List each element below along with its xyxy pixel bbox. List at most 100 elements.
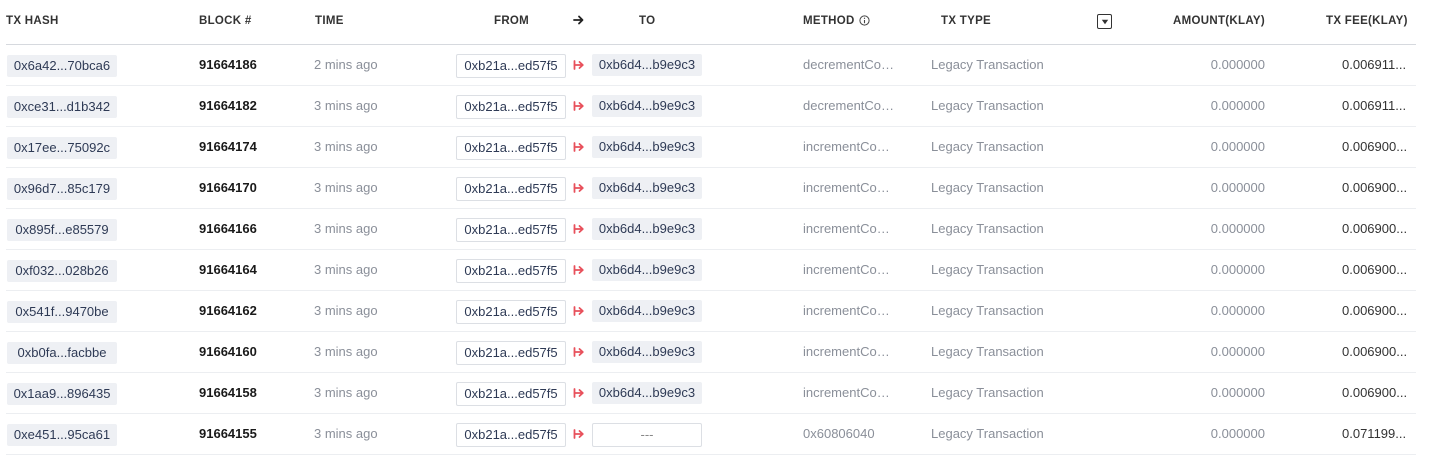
from-address-link[interactable]: 0xb21a...ed57f5: [456, 382, 566, 406]
tx-hash-link[interactable]: 0xf032...028b26: [7, 260, 117, 282]
transfer-arrow-icon: [573, 181, 585, 193]
tx-fee: 0.006900...: [1342, 344, 1408, 359]
tx-type: Legacy Transaction: [931, 180, 1044, 195]
tx-fee: 0.006900...: [1342, 139, 1408, 154]
arrow-right-icon: [573, 14, 585, 29]
from-address-link[interactable]: 0xb21a...ed57f5: [456, 177, 566, 201]
tx-amount: 0.000000: [1210, 98, 1265, 113]
to-address-link[interactable]: 0xb6d4...b9e9c3: [592, 54, 702, 76]
from-address-link[interactable]: 0xb21a...ed57f5: [456, 218, 566, 242]
tx-type: Legacy Transaction: [931, 262, 1044, 277]
from-address-link[interactable]: 0xb21a...ed57f5: [456, 95, 566, 119]
block-number-link[interactable]: 91664164: [199, 262, 257, 277]
block-number-link[interactable]: 91664166: [199, 221, 257, 236]
table-body: 0x6a42...70bca6 91664186 2 mins ago 0xb2…: [6, 45, 1416, 455]
tx-amount: 0.000000: [1210, 221, 1265, 236]
block-number-link[interactable]: 91664155: [199, 426, 257, 441]
from-address-link[interactable]: 0xb21a...ed57f5: [456, 423, 566, 447]
transfer-arrow-icon: [573, 99, 585, 111]
tx-hash-link[interactable]: 0xe451...95ca61: [7, 424, 117, 446]
tx-type: Legacy Transaction: [931, 139, 1044, 154]
tx-type: Legacy Transaction: [931, 426, 1044, 441]
info-icon[interactable]: [859, 15, 870, 29]
tx-fee: 0.006900...: [1342, 221, 1408, 236]
tx-hash-link[interactable]: 0x6a42...70bca6: [7, 55, 117, 77]
tx-hash-link[interactable]: 0xb0fa...facbbe: [7, 342, 117, 364]
tx-time: 2 mins ago: [314, 57, 378, 72]
from-address-link[interactable]: 0xb21a...ed57f5: [456, 300, 566, 324]
to-address-link[interactable]: 0xb6d4...b9e9c3: [592, 218, 702, 240]
transfer-arrow-icon: [573, 140, 585, 152]
column-header-from: FROM: [494, 15, 530, 27]
table-row: 0x1aa9...896435 91664158 3 mins ago 0xb2…: [6, 373, 1416, 414]
table-row: 0xce31...d1b342 91664182 3 mins ago 0xb2…: [6, 86, 1416, 127]
tx-time: 3 mins ago: [314, 385, 378, 400]
from-address-link[interactable]: 0xb21a...ed57f5: [456, 54, 566, 78]
tx-amount: 0.000000: [1210, 139, 1265, 154]
tx-type: Legacy Transaction: [931, 385, 1044, 400]
column-header-tx-type: TX TYPE: [941, 15, 992, 27]
tx-time: 3 mins ago: [314, 180, 378, 195]
tx-hash-link[interactable]: 0x17ee...75092c: [7, 137, 117, 159]
to-address-link[interactable]: 0xb6d4...b9e9c3: [592, 259, 702, 281]
column-header-to: TO: [639, 15, 656, 27]
tx-method: incrementCounter: [803, 344, 895, 359]
block-number-link[interactable]: 91664182: [199, 98, 257, 113]
tx-fee: 0.006900...: [1342, 262, 1408, 277]
tx-method: incrementCounter: [803, 180, 895, 195]
tx-time: 3 mins ago: [314, 139, 378, 154]
transfer-arrow-icon: [573, 427, 585, 439]
tx-time: 3 mins ago: [314, 262, 378, 277]
tx-time: 3 mins ago: [314, 426, 378, 441]
transactions-table: TX HASH BLOCK # TIME FROM TO METHOD TX T…: [6, 0, 1416, 455]
block-number-link[interactable]: 91664160: [199, 344, 257, 359]
tx-time: 3 mins ago: [314, 221, 378, 236]
block-number-link[interactable]: 91664174: [199, 139, 257, 154]
table-row: 0xe451...95ca61 91664155 3 mins ago 0xb2…: [6, 414, 1416, 455]
tx-amount: 0.000000: [1210, 180, 1265, 195]
tx-hash-link[interactable]: 0xce31...d1b342: [7, 96, 117, 118]
to-address-link[interactable]: ---: [592, 423, 702, 447]
tx-type: Legacy Transaction: [931, 57, 1044, 72]
to-address-link[interactable]: 0xb6d4...b9e9c3: [592, 95, 702, 117]
table-row: 0x895f...e85579 91664166 3 mins ago 0xb2…: [6, 209, 1416, 250]
tx-fee: 0.006900...: [1342, 180, 1408, 195]
block-number-link[interactable]: 91664170: [199, 180, 257, 195]
filter-dropdown-icon[interactable]: [1097, 14, 1112, 29]
column-header-method-label: METHOD: [803, 15, 855, 27]
from-address-link[interactable]: 0xb21a...ed57f5: [456, 136, 566, 160]
tx-amount: 0.000000: [1210, 344, 1265, 359]
block-number-link[interactable]: 91664186: [199, 57, 257, 72]
block-number-link[interactable]: 91664162: [199, 303, 257, 318]
tx-method: incrementCounter: [803, 262, 895, 277]
tx-method: incrementCounter: [803, 221, 895, 236]
transfer-arrow-icon: [573, 386, 585, 398]
column-header-time: TIME: [315, 15, 344, 27]
table-row: 0x96d7...85c179 91664170 3 mins ago 0xb2…: [6, 168, 1416, 209]
tx-hash-link[interactable]: 0x1aa9...896435: [7, 383, 117, 405]
from-address-link[interactable]: 0xb21a...ed57f5: [456, 341, 566, 365]
column-header-method: METHOD: [803, 15, 870, 29]
column-header-block: BLOCK #: [199, 15, 252, 27]
table-row: 0x6a42...70bca6 91664186 2 mins ago 0xb2…: [6, 45, 1416, 86]
table-row: 0xb0fa...facbbe 91664160 3 mins ago 0xb2…: [6, 332, 1416, 373]
tx-hash-link[interactable]: 0x96d7...85c179: [7, 178, 117, 200]
tx-fee: 0.006911...: [1342, 57, 1407, 72]
to-address-link[interactable]: 0xb6d4...b9e9c3: [592, 177, 702, 199]
tx-hash-link[interactable]: 0x895f...e85579: [7, 219, 117, 241]
tx-time: 3 mins ago: [314, 344, 378, 359]
tx-type: Legacy Transaction: [931, 303, 1044, 318]
transfer-arrow-icon: [573, 345, 585, 357]
transfer-arrow-icon: [573, 304, 585, 316]
tx-fee: 0.006900...: [1342, 385, 1408, 400]
tx-hash-link[interactable]: 0x541f...9470be: [7, 301, 117, 323]
to-address-link[interactable]: 0xb6d4...b9e9c3: [592, 382, 702, 404]
to-address-link[interactable]: 0xb6d4...b9e9c3: [592, 136, 702, 158]
tx-type: Legacy Transaction: [931, 221, 1044, 236]
block-number-link[interactable]: 91664158: [199, 385, 257, 400]
from-address-link[interactable]: 0xb21a...ed57f5: [456, 259, 566, 283]
tx-method: decrementCounter: [803, 57, 895, 72]
to-address-link[interactable]: 0xb6d4...b9e9c3: [592, 300, 702, 322]
to-address-link[interactable]: 0xb6d4...b9e9c3: [592, 341, 702, 363]
tx-amount: 0.000000: [1210, 385, 1265, 400]
